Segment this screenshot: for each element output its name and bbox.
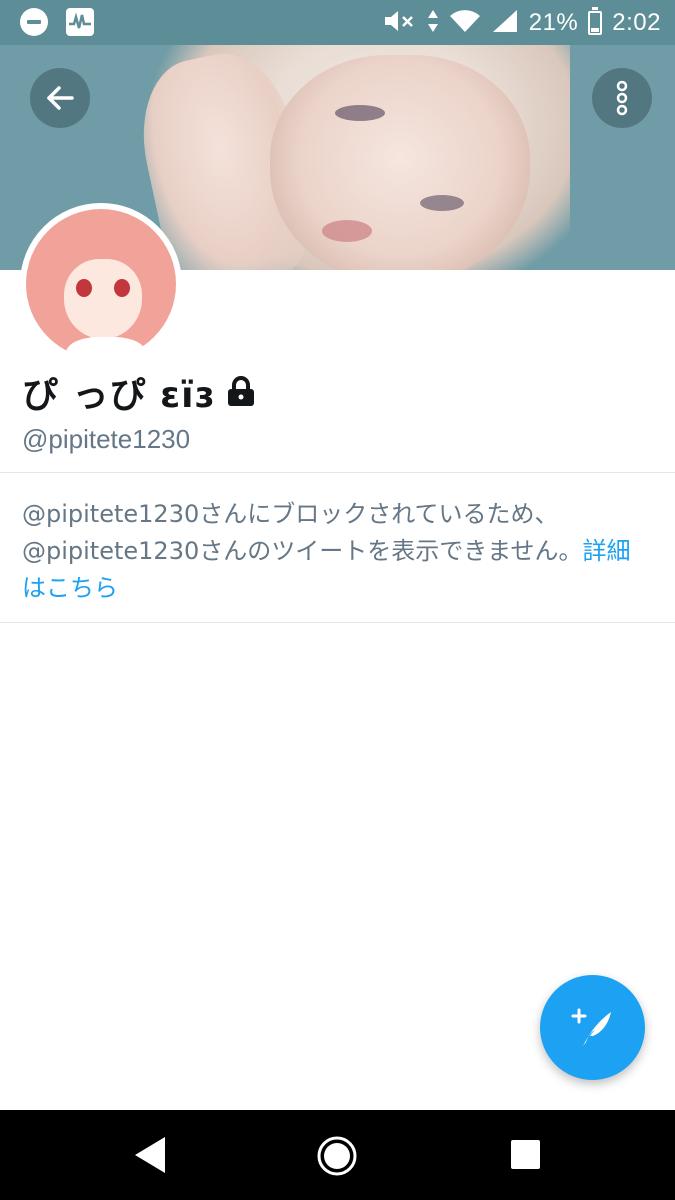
status-bar: 21% 2:02 xyxy=(0,0,675,45)
battery-percent: 21% xyxy=(528,8,579,36)
pulse-app-icon xyxy=(66,8,94,36)
mute-icon xyxy=(383,8,417,38)
android-nav-bar xyxy=(0,1110,675,1200)
wifi-icon xyxy=(449,8,481,38)
nav-home-icon xyxy=(317,1136,357,1176)
divider xyxy=(0,472,675,473)
clock: 2:02 xyxy=(612,8,661,36)
header-art-lips xyxy=(322,220,372,242)
divider xyxy=(0,622,675,623)
back-button[interactable] xyxy=(30,68,90,128)
avatar-art-eye xyxy=(114,279,130,297)
lock-icon xyxy=(228,376,255,406)
blocked-notice-text: @pipitete1230さんにブロックされているため、@pipitete123… xyxy=(22,500,583,565)
do-not-disturb-icon xyxy=(20,8,48,36)
display-name-row: ぴ っぴ ɛïɜ xyxy=(22,366,255,418)
more-options-button[interactable] xyxy=(592,68,652,128)
arrow-left-icon xyxy=(47,86,74,110)
user-handle: @pipitete1230 xyxy=(22,424,191,454)
nav-recents-icon[interactable] xyxy=(511,1140,540,1169)
header-art-face xyxy=(270,55,530,270)
header-art-eye xyxy=(335,105,385,121)
nav-back-icon xyxy=(135,1137,165,1173)
nav-back-button[interactable] xyxy=(133,1135,167,1179)
avatar-art-eye xyxy=(76,279,92,297)
nav-home-button[interactable] xyxy=(316,1135,358,1181)
avatar-art-collar xyxy=(66,337,146,359)
avatar-image xyxy=(26,209,176,359)
compose-tweet-button[interactable] xyxy=(540,975,645,1080)
compose-tweet-icon xyxy=(571,1008,611,1046)
blocked-notice: @pipitete1230さんにブロックされているため、@pipitete123… xyxy=(22,496,652,607)
header-art-eye xyxy=(420,195,464,211)
display-name: ぴ っぴ ɛïɜ xyxy=(22,375,216,416)
avatar-art-face xyxy=(64,259,142,339)
battery-charging-icon xyxy=(588,6,603,35)
avatar[interactable] xyxy=(20,203,182,365)
signal-icon xyxy=(491,8,519,38)
data-arrows-icon xyxy=(427,8,439,38)
more-vertical-icon xyxy=(616,80,628,116)
